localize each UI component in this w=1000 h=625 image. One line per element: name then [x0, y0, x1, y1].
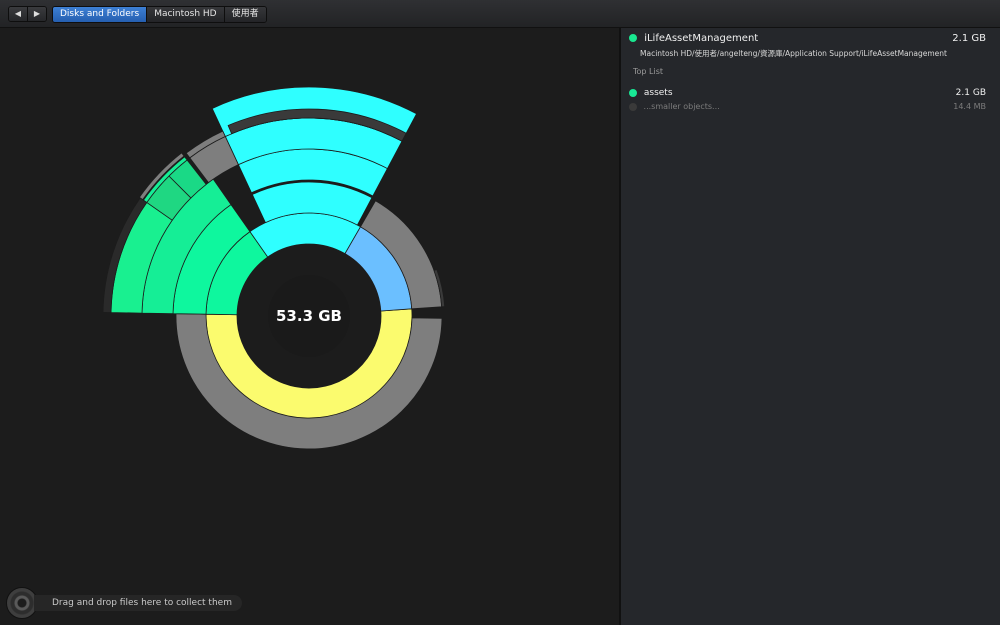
sunburst-chart: 53.3 GB — [102, 86, 446, 450]
selected-item-row[interactable]: iLifeAssetManagement 2.1 GB — [629, 33, 986, 44]
details-pane: iLifeAssetManagement 2.1 GB Macintosh HD… — [621, 28, 1000, 625]
drop-zone[interactable]: Drag and drop files here to collect them — [6, 587, 242, 619]
top-list-heading: Top List — [633, 67, 664, 76]
item-dot — [629, 102, 637, 111]
selected-item-dot — [629, 34, 637, 42]
top-list-item-assets[interactable]: assets 2.1 GB — [629, 88, 986, 98]
top-list-item-smaller-objects[interactable]: ...smaller objects... 14.4 MB — [629, 102, 986, 111]
center-size-label: 53.3 GB — [276, 307, 342, 325]
item-dot — [629, 88, 637, 97]
selected-item-name: iLifeAssetManagement — [644, 33, 759, 44]
drop-zone-label: Drag and drop files here to collect them — [34, 595, 242, 611]
item-size: 14.4 MB — [953, 102, 986, 111]
item-size: 2.1 GB — [955, 88, 986, 98]
selected-item-path: Macintosh HD/使用者/angelteng/資源庫/Applicati… — [640, 49, 947, 58]
selected-item-size: 2.1 GB — [952, 33, 986, 44]
item-name: ...smaller objects... — [643, 102, 720, 111]
item-name: assets — [643, 88, 673, 98]
